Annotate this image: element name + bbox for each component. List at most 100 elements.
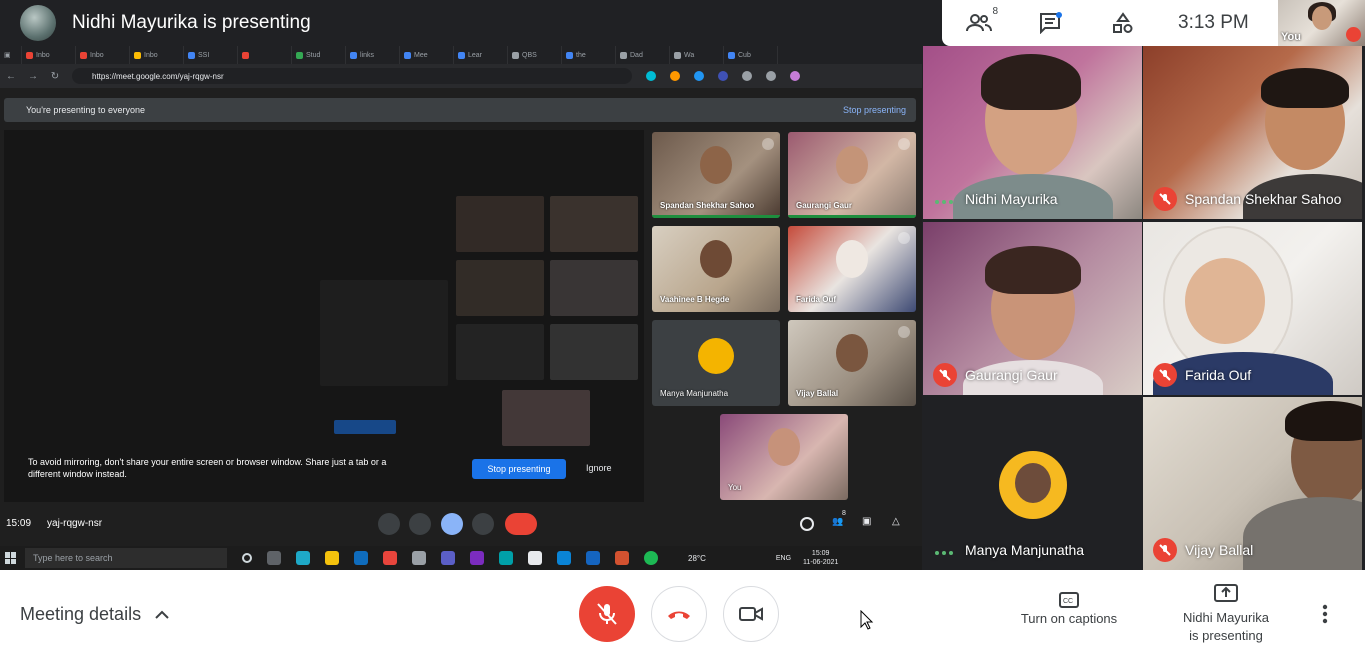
present-label-line1: Nidhi Mayurika bbox=[1183, 610, 1269, 625]
mic-toggle-button[interactable] bbox=[579, 586, 635, 642]
camera-app-icon[interactable] bbox=[412, 551, 426, 565]
reload-icon[interactable]: ↻ bbox=[44, 71, 66, 82]
browser-tab[interactable]: QBS bbox=[508, 46, 562, 64]
inner-present-button[interactable] bbox=[441, 513, 463, 535]
banner-stop-presenting-link[interactable]: Stop presenting bbox=[843, 105, 906, 115]
weather-temperature[interactable]: 28°C bbox=[688, 554, 706, 563]
inner-mic-button[interactable] bbox=[378, 513, 400, 535]
inner-tile-name: You bbox=[728, 483, 742, 492]
taskbar-search-input[interactable]: Type here to search bbox=[25, 548, 227, 568]
extension-icon[interactable] bbox=[694, 71, 704, 81]
participant-face bbox=[1185, 258, 1265, 344]
inner-tile: Manya Manjunatha bbox=[652, 320, 780, 406]
participant-tile[interactable]: Vijay Ballal bbox=[1143, 397, 1362, 570]
mail-icon[interactable] bbox=[354, 551, 368, 565]
participant-tile[interactable]: Gaurangi Gaur bbox=[923, 222, 1142, 395]
store-icon[interactable] bbox=[499, 551, 513, 565]
captions-label: Turn on captions bbox=[1020, 611, 1118, 626]
mirror-tile bbox=[502, 390, 590, 446]
outlook-icon[interactable] bbox=[586, 551, 600, 565]
tab-favicon-icon bbox=[404, 51, 411, 59]
meeting-details-label: Meeting details bbox=[20, 604, 142, 624]
browser-tab[interactable]: links bbox=[346, 46, 400, 64]
stop-presenting-button[interactable]: Stop presenting bbox=[472, 459, 566, 479]
mic-off-icon bbox=[1153, 538, 1177, 562]
input-language[interactable]: ENG bbox=[776, 555, 791, 562]
participant-tile[interactable]: Spandan Shekhar Sahoo bbox=[1143, 46, 1362, 219]
inner-people-icon[interactable]: 👥 bbox=[832, 516, 843, 527]
participant-hair bbox=[981, 54, 1081, 110]
inner-activities-icon[interactable]: △ bbox=[892, 516, 900, 527]
vscode-icon[interactable] bbox=[557, 551, 571, 565]
taskbar-clock[interactable]: 15:09 11-06-2021 bbox=[803, 549, 838, 567]
extension-icon[interactable] bbox=[646, 71, 656, 81]
spotify-icon[interactable] bbox=[644, 551, 658, 565]
inner-more-button[interactable] bbox=[472, 513, 494, 535]
more-options-icon[interactable] bbox=[1322, 604, 1328, 624]
present-now-button[interactable]: Nidhi Mayurika is presenting bbox=[1170, 584, 1282, 645]
participant-tile[interactable]: Manya Manjunatha bbox=[923, 397, 1142, 570]
powerpoint-icon[interactable] bbox=[615, 551, 629, 565]
tab-label: the bbox=[576, 51, 586, 59]
task-view-icon[interactable] bbox=[267, 551, 281, 565]
self-view-thumbnail[interactable]: You bbox=[1278, 0, 1365, 46]
edge-icon[interactable] bbox=[296, 551, 310, 565]
browser-tab[interactable]: Cub bbox=[724, 46, 778, 64]
speaking-indicator-icon bbox=[935, 200, 953, 204]
cortana-icon[interactable] bbox=[242, 553, 252, 563]
inner-tile: Vijay Ballal bbox=[788, 320, 916, 406]
url-field[interactable]: https://meet.google.com/yaj-rqgw-nsr bbox=[72, 68, 632, 84]
participant-face bbox=[836, 146, 868, 184]
participant-tile[interactable]: Nidhi Mayurika bbox=[923, 46, 1142, 219]
browser-tab[interactable] bbox=[238, 46, 292, 64]
tab-favicon-icon bbox=[512, 51, 519, 59]
browser-tab[interactable]: Inbo bbox=[76, 46, 130, 64]
inner-hangup-button[interactable] bbox=[505, 513, 537, 535]
inner-chat-icon[interactable]: ▣ bbox=[862, 516, 871, 527]
tab-label: Wa bbox=[684, 51, 695, 59]
onenote-icon[interactable] bbox=[470, 551, 484, 565]
people-count-badge: 8 bbox=[992, 6, 998, 17]
meeting-details-button[interactable]: Meeting details bbox=[20, 604, 169, 625]
browser-tab[interactable]: Lear bbox=[454, 46, 508, 64]
browser-tab[interactable]: Stud bbox=[292, 46, 346, 64]
file-explorer-icon[interactable] bbox=[325, 551, 339, 565]
profile-avatar[interactable] bbox=[790, 71, 800, 81]
captions-button[interactable]: CC Turn on captions bbox=[1010, 592, 1128, 626]
windows-start-icon[interactable] bbox=[5, 552, 17, 564]
browser-tabstrip: ▣ Inbo Inbo Inbo SSI Stud links Mee Lear QBS the D… bbox=[0, 46, 922, 64]
browser-tab[interactable]: SSI bbox=[184, 46, 238, 64]
history-icon[interactable] bbox=[766, 71, 776, 81]
browser-tab[interactable]: the bbox=[562, 46, 616, 64]
browser-tab[interactable]: Dad bbox=[616, 46, 670, 64]
teams-icon[interactable] bbox=[441, 551, 455, 565]
browser-tab[interactable]: Inbo bbox=[22, 46, 76, 64]
speaking-indicator-icon bbox=[935, 551, 953, 555]
forward-icon[interactable]: → bbox=[22, 71, 44, 82]
extension-icon[interactable] bbox=[742, 71, 752, 81]
participant-face bbox=[700, 240, 732, 278]
participant-tile[interactable]: Farida Ouf bbox=[1143, 222, 1362, 395]
people-button[interactable]: 8 bbox=[964, 6, 998, 38]
tab-favicon-icon bbox=[566, 51, 573, 59]
inner-info-icon[interactable] bbox=[800, 517, 814, 531]
extension-icon[interactable] bbox=[670, 71, 680, 81]
window-menu-icon[interactable]: ▣ bbox=[0, 46, 22, 64]
browser-tab[interactable]: Wa bbox=[670, 46, 724, 64]
participant-face bbox=[836, 240, 868, 278]
activities-button[interactable] bbox=[1108, 8, 1138, 38]
chat-icon bbox=[1040, 12, 1062, 34]
chat-button[interactable] bbox=[1036, 8, 1066, 38]
browser-tab[interactable]: Mee bbox=[400, 46, 454, 64]
extension-icon[interactable] bbox=[718, 71, 728, 81]
office-icon[interactable] bbox=[383, 551, 397, 565]
participant-avatar bbox=[698, 338, 734, 374]
camera-icon bbox=[739, 607, 763, 621]
notion-icon[interactable] bbox=[528, 551, 542, 565]
inner-camera-button[interactable] bbox=[409, 513, 431, 535]
back-icon[interactable]: ← bbox=[0, 71, 22, 82]
ignore-button[interactable]: Ignore bbox=[586, 463, 612, 473]
camera-toggle-button[interactable] bbox=[723, 586, 779, 642]
leave-call-button[interactable] bbox=[651, 586, 707, 642]
browser-tab[interactable]: Inbo bbox=[130, 46, 184, 64]
